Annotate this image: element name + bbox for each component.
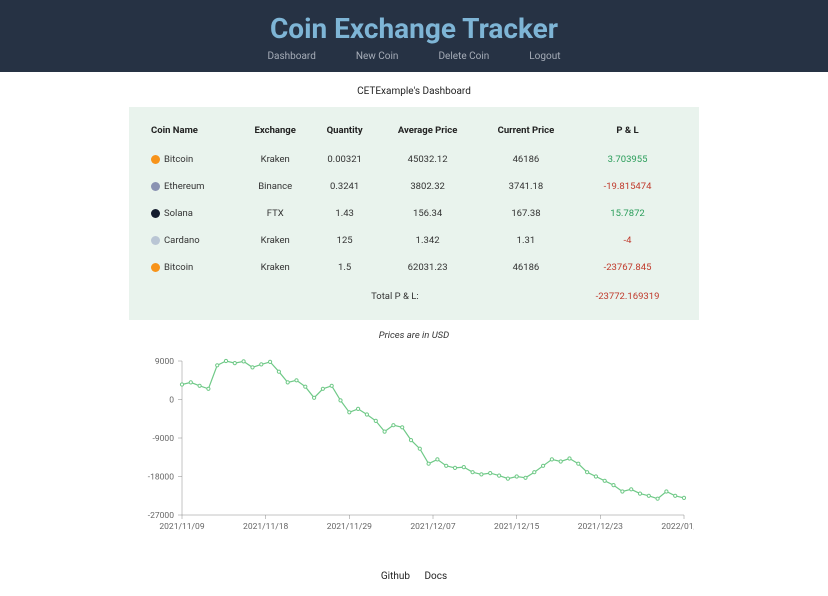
avg-price-cell: 156.34: [377, 200, 478, 227]
coin-icon: [151, 155, 160, 164]
svg-text:2021/12/23: 2021/12/23: [578, 522, 623, 532]
cur-price-cell: 167.38: [478, 200, 574, 227]
svg-text:-18000: -18000: [148, 473, 174, 483]
exchange-cell: Kraken: [239, 227, 312, 254]
cur-price-cell: 3741.18: [478, 173, 574, 200]
price-note: Prices are in USD: [104, 330, 724, 341]
svg-text:2021/11/09: 2021/11/09: [159, 522, 204, 532]
cur-price-cell: 46186: [478, 146, 574, 173]
total-value: -23772.169319: [574, 281, 681, 310]
svg-text:-27000: -27000: [148, 511, 174, 521]
pnl-cell: -23767.845: [574, 254, 681, 281]
col-quantity: Quantity: [312, 119, 377, 146]
col-exchange: Exchange: [239, 119, 312, 146]
coin-name: Solana: [164, 208, 193, 219]
footer-github[interactable]: Github: [381, 571, 410, 582]
nav-dashboard[interactable]: Dashboard: [267, 51, 315, 62]
footer-docs[interactable]: Docs: [424, 571, 447, 582]
exchange-cell: Kraken: [239, 254, 312, 281]
svg-text:2022/01/04: 2022/01/04: [661, 522, 694, 532]
table-row: Bitcoin Kraken1.562031.2346186-23767.845: [147, 254, 681, 281]
pnl-chart-svg: -27000 -18000 -9000 0 9000 2021/11/09 2021/11/…: [134, 355, 694, 535]
avg-price-cell: 62031.23: [377, 254, 478, 281]
col-cur-price: Current Price: [478, 119, 574, 146]
table-header-row: Coin Name Exchange Quantity Average Pric…: [147, 119, 681, 146]
pnl-cell: 15.7872: [574, 200, 681, 227]
app-title: Coin Exchange Tracker: [0, 12, 828, 45]
coin-icon: [151, 263, 160, 272]
total-label: Total P & L:: [312, 281, 478, 310]
pnl-cell: 3.703955: [574, 146, 681, 173]
quantity-cell: 0.00321: [312, 146, 377, 173]
svg-text:9000: 9000: [155, 357, 174, 367]
dashboard-title: CETExample's Dashboard: [104, 86, 724, 97]
coin-name: Bitcoin: [164, 262, 193, 273]
table-row: Bitcoin Kraken0.0032145032.12461863.70395…: [147, 146, 681, 173]
holdings-table-container: Coin Name Exchange Quantity Average Pric…: [129, 107, 699, 320]
coin-icon: [151, 209, 160, 218]
pnl-cell: -4: [574, 227, 681, 254]
coin-name: Bitcoin: [164, 154, 193, 165]
exchange-cell: FTX: [239, 200, 312, 227]
main-content: CETExample's Dashboard Coin Name Exchang…: [104, 86, 724, 535]
col-coin: Coin Name: [147, 119, 239, 146]
avg-price-cell: 45032.12: [377, 146, 478, 173]
quantity-cell: 0.3241: [312, 173, 377, 200]
col-pnl: P & L: [574, 119, 681, 146]
coin-name: Ethereum: [164, 181, 205, 192]
svg-text:2021/11/29: 2021/11/29: [327, 522, 372, 532]
avg-price-cell: 3802.32: [377, 173, 478, 200]
total-row: Total P & L: -23772.169319: [147, 281, 681, 310]
table-row: Ethereum Binance0.32413802.323741.18-19.8…: [147, 173, 681, 200]
holdings-table: Coin Name Exchange Quantity Average Pric…: [147, 119, 681, 310]
coin-cell: Bitcoin: [151, 154, 235, 165]
quantity-cell: 1.43: [312, 200, 377, 227]
coin-icon: [151, 182, 160, 191]
quantity-cell: 125: [312, 227, 377, 254]
coin-icon: [151, 236, 160, 245]
table-row: Cardano Kraken1251.3421.31-4: [147, 227, 681, 254]
svg-text:2021/11/18: 2021/11/18: [243, 522, 288, 532]
svg-text:2021/12/15: 2021/12/15: [494, 522, 539, 532]
coin-name: Cardano: [164, 235, 200, 246]
cur-price-cell: 1.31: [478, 227, 574, 254]
exchange-cell: Kraken: [239, 146, 312, 173]
main-nav: Dashboard New Coin Delete Coin Logout: [0, 51, 828, 62]
svg-text:0: 0: [169, 396, 174, 406]
nav-logout[interactable]: Logout: [529, 51, 560, 62]
cur-price-cell: 46186: [478, 254, 574, 281]
nav-new-coin[interactable]: New Coin: [356, 51, 399, 62]
avg-price-cell: 1.342: [377, 227, 478, 254]
table-row: Solana FTX1.43156.34167.3815.7872: [147, 200, 681, 227]
exchange-cell: Binance: [239, 173, 312, 200]
pnl-chart: -27000 -18000 -9000 0 9000 2021/11/09 2021/11/…: [134, 355, 694, 535]
pnl-cell: -19.815474: [574, 173, 681, 200]
coin-cell: Solana: [151, 208, 235, 219]
quantity-cell: 1.5: [312, 254, 377, 281]
app-header: Coin Exchange Tracker Dashboard New Coin…: [0, 0, 828, 72]
coin-cell: Bitcoin: [151, 262, 235, 273]
footer: Github Docs: [0, 555, 828, 596]
svg-text:2021/12/07: 2021/12/07: [410, 522, 455, 532]
coin-cell: Cardano: [151, 235, 235, 246]
coin-cell: Ethereum: [151, 181, 235, 192]
col-avg-price: Average Price: [377, 119, 478, 146]
svg-text:-9000: -9000: [153, 434, 175, 444]
nav-delete-coin[interactable]: Delete Coin: [438, 51, 489, 62]
